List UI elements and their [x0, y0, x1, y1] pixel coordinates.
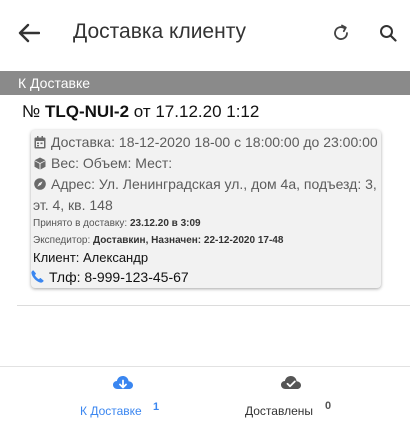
tab-to-delivery-label: К Доставке — [80, 404, 142, 418]
order-card[interactable]: Доставка: 18-12-2020 18-00 с 18:00:00 до… — [31, 130, 381, 288]
phone-icon — [31, 270, 45, 284]
weight-text: Вес: Объем: Мест: — [51, 155, 173, 171]
weight-row: Вес: Объем: Мест: — [33, 153, 172, 173]
phone-link[interactable]: Тлф: 8-999-123-45-67 — [31, 268, 189, 286]
refresh-icon — [334, 24, 348, 40]
order-title: № TLQ-NUI-2 от 17.12.20 1:12 — [22, 102, 259, 122]
courier-value: Доставкин, Назначен: 22-12-2020 17-48 — [93, 235, 284, 246]
order-item[interactable]: № TLQ-NUI-2 от 17.12.20 1:12 Доставка: 1… — [17, 96, 410, 306]
cloud-download-icon — [112, 374, 134, 394]
address-line-1: Адрес: Ул. Ленинградская ул., дом 4а, по… — [51, 176, 377, 192]
order-date: от 17.12.20 1:12 — [133, 102, 260, 121]
search-button[interactable] — [375, 20, 401, 46]
courier-label: Экспедитор: — [33, 235, 91, 246]
search-icon — [380, 25, 397, 42]
phone-text: Тлф: 8-999-123-45-67 — [49, 269, 189, 285]
accepted-value: 23.12.20 в 3:09 — [129, 218, 201, 229]
cloud-check-icon — [280, 374, 302, 394]
tab-delivered-badge: 0 — [325, 400, 332, 412]
tab-delivered-label: Доставлены — [245, 404, 313, 418]
address-line-2: эт. 4, кв. 148 — [33, 197, 113, 213]
tab-delivered[interactable]: Доставлены 0 — [225, 367, 365, 424]
page-title: Доставка клиенту — [73, 20, 247, 43]
tab-to-delivery-badge: 1 — [153, 401, 160, 413]
compass-icon — [33, 177, 47, 191]
delivery-text: Доставка: 18-12-2020 18-00 с 18:00:00 до… — [51, 134, 378, 150]
accepted-row: Принято в доставку: 23.12.20 в 3:09 — [33, 217, 201, 230]
calendar-icon — [33, 135, 47, 149]
order-prefix: № — [22, 102, 41, 121]
refresh-button[interactable] — [328, 20, 354, 46]
arrow-left-icon — [18, 23, 40, 43]
box-icon — [33, 156, 47, 170]
delivery-row: Доставка: 18-12-2020 18-00 с 18:00:00 до… — [33, 132, 378, 152]
order-number: TLQ-NUI-2 — [44, 102, 130, 121]
bottom-navigation: К Доставке 1 Доставлены 0 — [0, 366, 410, 424]
tab-to-delivery[interactable]: К Доставке 1 — [60, 367, 200, 424]
address-row: Адрес: Ул. Ленинградская ул., дом 4а, по… — [33, 174, 377, 194]
back-button[interactable] — [14, 19, 44, 47]
accepted-label: Принято в доставку: — [33, 218, 128, 229]
client-name: Клиент: Александр — [33, 250, 149, 265]
courier-row: Экспедитор: Доставкин, Назначен: 22-12-2… — [33, 234, 283, 247]
section-header: К Доставке — [0, 71, 410, 95]
app-bar: Доставка клиенту — [0, 0, 410, 66]
